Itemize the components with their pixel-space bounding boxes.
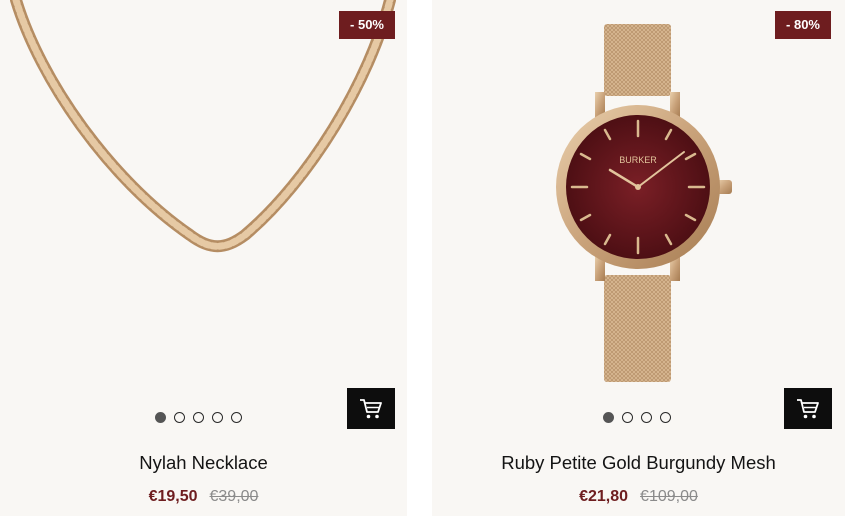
carousel-dot-1[interactable] xyxy=(603,412,614,423)
carousel-dot-2[interactable] xyxy=(622,412,633,423)
discount-badge: - 80% xyxy=(775,11,831,39)
add-to-cart-button[interactable] xyxy=(347,388,395,429)
image-carousel-dots xyxy=(155,412,242,423)
necklace-image[interactable] xyxy=(0,0,407,380)
product-card-necklace[interactable]: - 50% Nylah Necklace €19,50 €39,00 xyxy=(0,0,407,516)
add-to-cart-button[interactable] xyxy=(784,388,832,429)
product-title[interactable]: Ruby Petite Gold Burgundy Mesh xyxy=(432,452,845,474)
product-card-watch[interactable]: BURKER - 80% Ruby Petite Gold Burgundy M… xyxy=(432,0,845,516)
price-row: €19,50 €39,00 xyxy=(0,488,407,506)
sale-price: €19,50 xyxy=(148,488,198,505)
carousel-dot-3[interactable] xyxy=(641,412,652,423)
original-price: €109,00 xyxy=(640,488,698,505)
product-title[interactable]: Nylah Necklace xyxy=(0,452,407,474)
discount-badge: - 50% xyxy=(339,11,395,39)
image-carousel-dots xyxy=(603,412,671,423)
carousel-dot-5[interactable] xyxy=(231,412,242,423)
original-price: €39,00 xyxy=(209,488,259,505)
watch-image[interactable]: BURKER xyxy=(432,0,845,385)
sale-price: €21,80 xyxy=(579,488,629,505)
price-row: €21,80 €109,00 xyxy=(432,488,845,506)
watch-brand-logo: BURKER xyxy=(619,155,657,165)
carousel-dot-2[interactable] xyxy=(174,412,185,423)
carousel-dot-3[interactable] xyxy=(193,412,204,423)
shopping-cart-icon xyxy=(360,398,382,418)
shopping-cart-icon xyxy=(797,398,819,418)
carousel-dot-1[interactable] xyxy=(155,412,166,423)
carousel-dot-4[interactable] xyxy=(212,412,223,423)
carousel-dot-4[interactable] xyxy=(660,412,671,423)
